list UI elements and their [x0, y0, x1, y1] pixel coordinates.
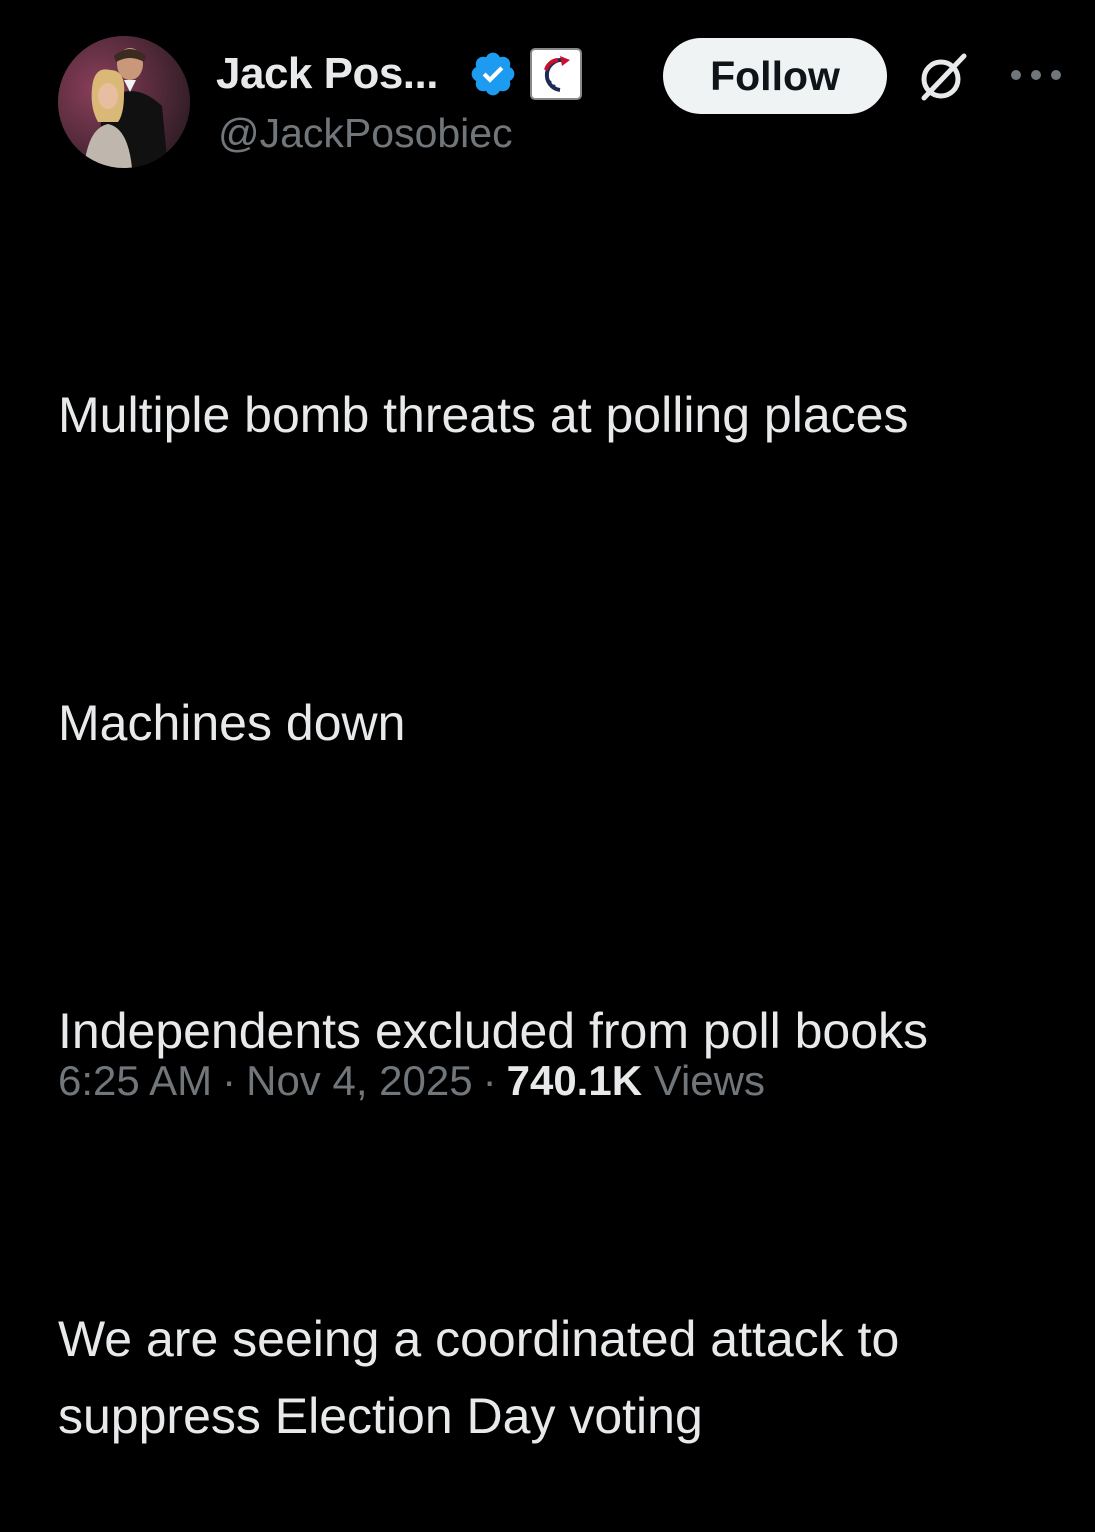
tweet-meta: 6:25 AM · Nov 4, 2025 · 740.1K Views [58, 1057, 765, 1105]
name-row: Jack Pos... [216, 44, 582, 104]
user-handle[interactable]: @JackPosobiec [218, 110, 513, 157]
tweet-header: Jack Pos... @JackPosobiec Follow [58, 36, 1068, 171]
tweet-time[interactable]: 6:25 AM [58, 1057, 212, 1104]
avatar[interactable] [58, 36, 190, 168]
tweet-paragraph: Machines down [58, 695, 406, 751]
tweet-paragraph: We are seeing a coordinated attack to su… [58, 1311, 914, 1444]
separator: · [482, 1057, 497, 1104]
separator: · [222, 1057, 237, 1104]
affiliation-badge-icon[interactable] [529, 48, 582, 100]
verified-badge-icon[interactable] [468, 49, 518, 99]
tweet-paragraph: Multiple bomb threats at polling places [58, 387, 909, 443]
follow-button[interactable]: Follow [663, 38, 887, 114]
tweet-date[interactable]: Nov 4, 2025 [246, 1057, 473, 1104]
more-options-icon[interactable] [1006, 60, 1066, 90]
grok-icon[interactable] [914, 48, 972, 106]
tweet-text: Multiple bomb threats at polling places … [58, 223, 1058, 1532]
avatar-image [58, 36, 190, 168]
views-count: 740.1K [506, 1057, 643, 1104]
display-name[interactable]: Jack Pos... [216, 49, 438, 99]
views-label: Views [653, 1057, 765, 1104]
